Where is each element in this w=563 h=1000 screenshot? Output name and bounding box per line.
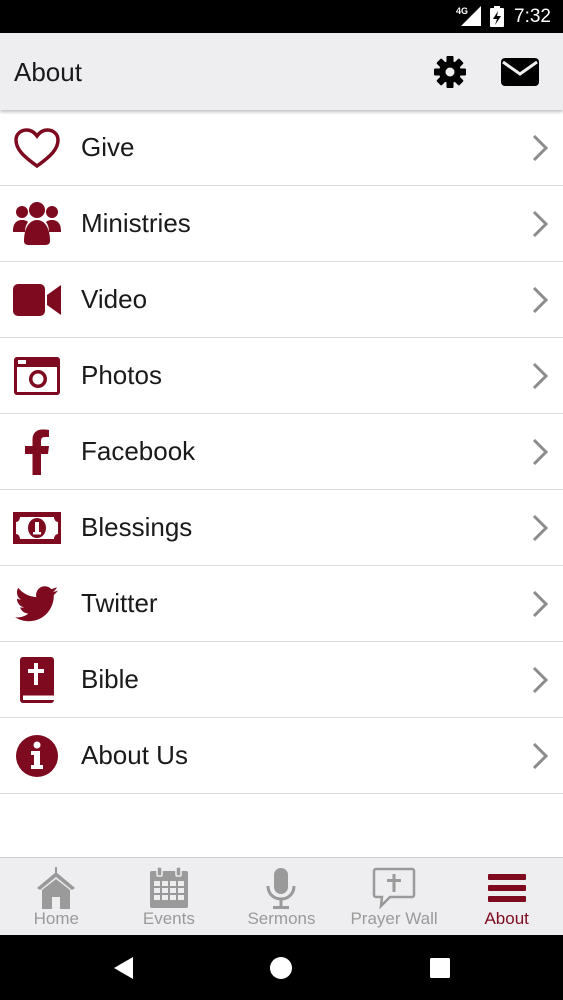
menu-item-give[interactable]: Give <box>0 110 563 186</box>
menu-item-photos[interactable]: Photos <box>0 338 563 414</box>
chevron-right-icon <box>532 210 549 238</box>
menu-item-label: Give <box>81 132 135 162</box>
menu-item-label: Video <box>81 284 148 314</box>
tab-about[interactable]: About <box>450 858 563 936</box>
tab-label: Home <box>33 909 79 928</box>
users-icon <box>12 200 62 248</box>
menu-item-facebook[interactable]: Facebook <box>0 414 563 490</box>
prayer-bubble-icon <box>372 867 416 910</box>
status-bar: 4G 7:32 <box>0 0 563 33</box>
menu-item-label: Twitter <box>81 588 158 618</box>
app-bar: About <box>0 33 563 110</box>
recents-square-icon[interactable] <box>425 953 455 983</box>
tab-prayer-wall[interactable]: Prayer Wall <box>338 858 451 936</box>
envelope-icon[interactable] <box>500 55 540 89</box>
tab-events[interactable]: Events <box>113 858 226 936</box>
menu-item-twitter[interactable]: Twitter <box>0 566 563 642</box>
menu-item-bible[interactable]: Bible <box>0 642 563 718</box>
tab-home[interactable]: Home <box>0 858 113 936</box>
facebook-icon <box>12 428 62 476</box>
menu-item-about-us[interactable]: About Us <box>0 718 563 794</box>
tab-label: Prayer Wall <box>350 909 438 928</box>
tab-label: About <box>484 909 529 928</box>
chevron-right-icon <box>532 742 549 770</box>
chevron-right-icon <box>532 590 549 618</box>
gear-icon[interactable] <box>432 54 468 90</box>
menu-item-label: Facebook <box>81 436 196 466</box>
camera-icon <box>12 352 62 400</box>
chevron-right-icon <box>532 362 549 390</box>
menu-item-ministries[interactable]: Ministries <box>0 186 563 262</box>
chevron-right-icon <box>532 514 549 542</box>
clock: 7:32 <box>514 6 551 27</box>
menu-item-label: About Us <box>81 740 188 770</box>
menu-item-video[interactable]: Video <box>0 262 563 338</box>
chevron-right-icon <box>532 134 549 162</box>
home-circle-icon[interactable] <box>266 953 296 983</box>
calendar-icon <box>149 866 188 908</box>
chevron-right-icon <box>532 438 549 466</box>
menu-bars-icon <box>487 874 526 902</box>
tab-sermons[interactable]: Sermons <box>225 858 338 936</box>
battery-icon <box>490 6 504 27</box>
back-triangle-icon[interactable] <box>109 953 139 983</box>
menu-item-label: Ministries <box>81 208 191 238</box>
money-bill-icon <box>12 504 62 552</box>
menu-item-blessings[interactable]: Blessings <box>0 490 563 566</box>
menu-item-label: Bible <box>81 664 139 694</box>
network-type: 4G <box>456 6 469 16</box>
info-icon <box>12 732 62 780</box>
tab-label: Sermons <box>247 909 316 928</box>
heart-icon <box>12 124 62 172</box>
bible-icon <box>12 656 62 704</box>
menu-list: Give Ministries Video Photos Facebook Bl… <box>0 110 563 794</box>
menu-item-label: Photos <box>81 360 162 390</box>
microphone-icon <box>266 868 296 909</box>
page-title: About <box>14 57 82 87</box>
twitter-icon <box>12 580 62 628</box>
video-camera-icon <box>12 276 62 324</box>
bottom-tab-bar: Home Events Sermons Prayer Wall About <box>0 857 563 935</box>
system-nav-bar <box>0 935 563 1000</box>
home-icon <box>37 867 76 909</box>
chevron-right-icon <box>532 666 549 694</box>
menu-item-label: Blessings <box>81 512 193 542</box>
tab-label: Events <box>142 909 195 928</box>
chevron-right-icon <box>532 286 549 314</box>
